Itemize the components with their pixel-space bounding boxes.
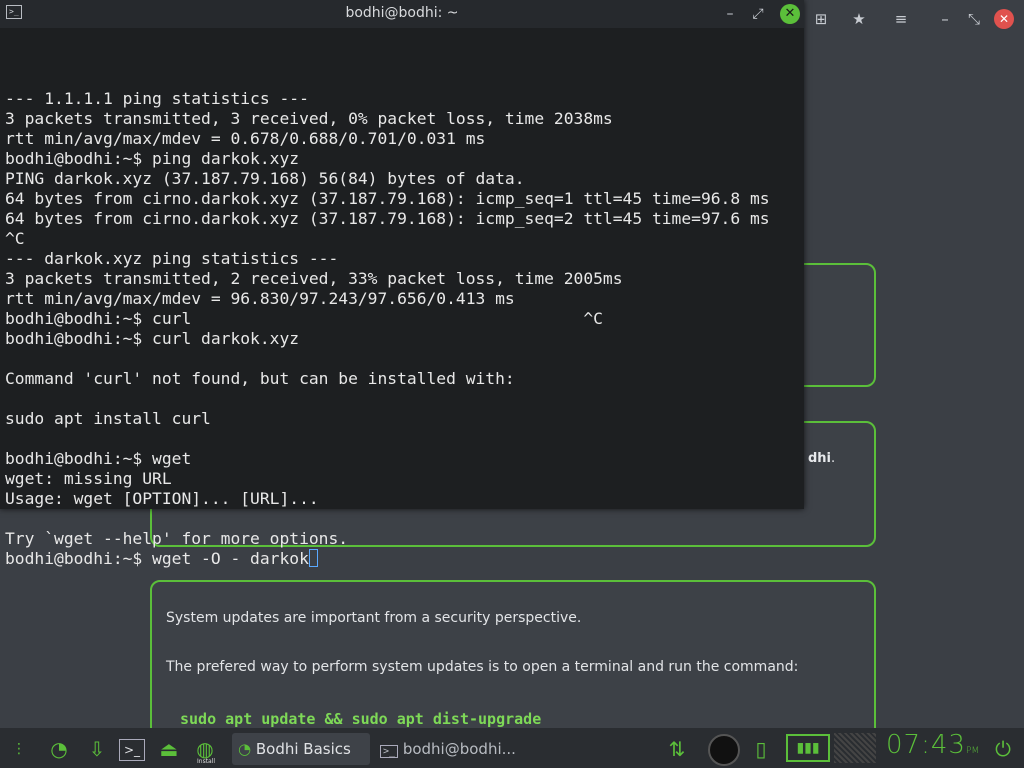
media-icon[interactable] bbox=[708, 734, 740, 766]
terminal-line: 3 packets transmitted, 3 received, 0% pa… bbox=[5, 109, 613, 128]
task-label: Bodhi Basics bbox=[255, 740, 351, 758]
card-paragraph: The prefered way to perform system updat… bbox=[166, 659, 799, 675]
terminal-icon: >_ bbox=[380, 745, 399, 758]
terminal-line: ^C bbox=[5, 229, 25, 248]
launcher-icon[interactable]: ⏏ bbox=[156, 737, 182, 761]
terminal-line: rtt min/avg/max/mdev = 96.830/97.243/97.… bbox=[5, 289, 515, 308]
terminal-line: --- darkok.xyz ping statistics --- bbox=[5, 249, 339, 268]
drag-handle-icon[interactable]: ⋮ bbox=[6, 737, 32, 761]
close-icon[interactable]: ✕ bbox=[780, 4, 800, 24]
terminal-line: bodhi@bodhi:~$ curl darkok.xyz bbox=[5, 329, 300, 348]
moksha-logo-icon[interactable]: ◔ bbox=[46, 737, 72, 761]
minimize-icon[interactable]: – bbox=[934, 8, 956, 30]
terminal-line: 3 packets transmitted, 2 received, 33% p… bbox=[5, 269, 623, 288]
download-icon[interactable]: ⇩ bbox=[84, 737, 110, 761]
maximize-icon[interactable]: ⤢ bbox=[748, 4, 768, 24]
text-cursor bbox=[308, 549, 318, 567]
terminal-line: wget: missing URL bbox=[5, 469, 172, 488]
terminal-line: Command 'curl' not found, but can be ins… bbox=[5, 369, 515, 388]
bookmark-icon[interactable]: ★ bbox=[848, 8, 870, 30]
taskbar: ⋮ ◔ ⇩ >_ ⏏ ◍ Install ◔ Bodhi Basics >_ b… bbox=[0, 728, 1024, 768]
prompt-text: bodhi@bodhi:~$ wget -O - darkok bbox=[5, 549, 309, 568]
terminal-window[interactable]: >_ bodhi@bodhi: ~ – ⤢ ✕ --- 1.1.1.1 ping… bbox=[0, 0, 804, 568]
terminal-prompt-line[interactable]: bodhi@bodhi:~$ wget -O - darkok bbox=[5, 549, 801, 569]
card-command: sudo apt update && sudo apt dist-upgrade bbox=[180, 710, 542, 728]
terminal-line: 64 bytes from cirno.darkok.xyz (37.187.7… bbox=[5, 189, 770, 208]
terminal-icon[interactable]: >_ bbox=[119, 739, 145, 761]
restore-icon[interactable]: ⤡ bbox=[963, 8, 985, 30]
close-icon[interactable]: ✕ bbox=[994, 9, 1014, 29]
clipboard-icon[interactable]: ▯ bbox=[748, 737, 774, 761]
browser-toolbar: ⊞ ★ ≡ – ⤡ ✕ bbox=[800, 0, 1024, 40]
card-paragraph: System updates are important from a secu… bbox=[166, 610, 582, 626]
workspace-pager[interactable] bbox=[834, 733, 876, 763]
install-label: Install bbox=[197, 758, 216, 765]
window-title: bodhi@bodhi: ~ bbox=[345, 5, 459, 21]
terminal-line: Usage: wget [OPTION]... [URL]... bbox=[5, 489, 319, 508]
terminal-line: bodhi@bodhi:~$ ping darkok.xyz bbox=[5, 149, 300, 168]
card-text-fragment: dhi. bbox=[808, 451, 836, 466]
network-icon[interactable]: ⇅ bbox=[664, 737, 690, 761]
add-tab-icon[interactable]: ⊞ bbox=[810, 8, 832, 30]
clock[interactable]: 07:43PM bbox=[886, 730, 979, 760]
task-terminal[interactable]: >_ bodhi@bodhi... bbox=[380, 733, 530, 765]
terminal-line: --- 1.1.1.1 ping statistics --- bbox=[5, 89, 309, 108]
terminal-line: bodhi@bodhi:~$ wget bbox=[5, 449, 192, 468]
moksha-logo-icon: ◔ bbox=[238, 740, 252, 758]
terminal-titlebar[interactable]: >_ bodhi@bodhi: ~ – ⤢ ✕ bbox=[0, 0, 804, 28]
battery-icon[interactable]: ▮▮▮ bbox=[786, 734, 830, 762]
terminal-line: 64 bytes from cirno.darkok.xyz (37.187.7… bbox=[5, 209, 770, 228]
terminal-output[interactable]: --- 1.1.1.1 ping statistics --- 3 packets… bbox=[5, 29, 801, 568]
terminal-line: Try `wget --help' for more options. bbox=[5, 529, 349, 548]
info-card-3: System updates are important from a secu… bbox=[150, 580, 876, 740]
terminal-line: rtt min/avg/max/mdev = 0.678/0.688/0.701… bbox=[5, 129, 486, 148]
power-icon[interactable]: ⏻ bbox=[990, 737, 1016, 761]
minimize-icon[interactable]: – bbox=[720, 4, 740, 24]
terminal-line: PING darkok.xyz (37.187.79.168) 56(84) b… bbox=[5, 169, 525, 188]
terminal-line: sudo apt install curl bbox=[5, 409, 211, 428]
menu-icon[interactable]: ≡ bbox=[890, 8, 912, 30]
task-bodhi-basics[interactable]: ◔ Bodhi Basics bbox=[232, 733, 370, 765]
terminal-line: bodhi@bodhi:~$ curl ^C bbox=[5, 309, 603, 328]
task-label: bodhi@bodhi... bbox=[402, 740, 516, 758]
